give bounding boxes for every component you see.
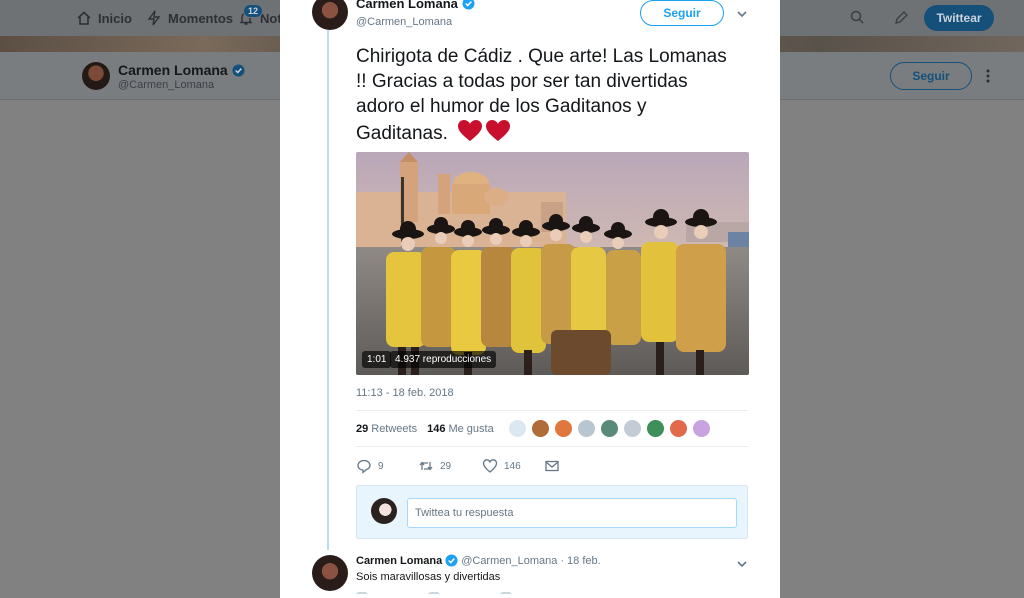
verified-badge-icon: [232, 63, 245, 77]
reply-composer: Twittea tu respuesta: [356, 485, 748, 539]
reply-text: Sois maravillosas y divertidas: [356, 571, 501, 583]
tweet-text: Chirigota de Cádiz . Que arte! Las Loman…: [356, 44, 736, 146]
profile-handle: @Carmen_Lomana: [118, 79, 215, 91]
search-icon[interactable]: [850, 10, 864, 24]
envelope-icon: [544, 458, 560, 474]
tweet-actions: 9 29 146: [356, 458, 560, 474]
avatar: [371, 498, 397, 524]
tweet-text-body: Chirigota de Cádiz . Que arte! Las Loman…: [356, 46, 727, 144]
heart-emojis: [457, 119, 511, 143]
red-heart-icon: [457, 119, 483, 143]
reply-actions: [356, 592, 556, 598]
profile-name-text: Carmen Lomana: [118, 62, 228, 78]
avatar[interactable]: [669, 419, 688, 438]
reply-author-avatar[interactable]: [312, 555, 348, 591]
video-thumbnail: [356, 152, 749, 375]
reply-author-handle[interactable]: @Carmen_Lomana: [461, 555, 557, 567]
retweet-icon[interactable]: [428, 592, 440, 598]
avatar[interactable]: [600, 419, 619, 438]
more-options-icon[interactable]: [986, 68, 990, 84]
divider: [356, 446, 748, 447]
reply-icon: [356, 458, 372, 474]
verified-badge-icon: [462, 0, 475, 10]
tweet-timestamp[interactable]: 11:13 - 18 feb. 2018: [356, 387, 454, 399]
avatar[interactable]: [623, 419, 642, 438]
avatar[interactable]: [508, 419, 527, 438]
reply-separator: ·: [560, 554, 565, 567]
likes-stat[interactable]: 146 Me gusta: [427, 423, 494, 435]
heart-icon: [482, 458, 498, 474]
avatar[interactable]: [692, 419, 711, 438]
reply-header: Carmen Lomana @Carmen_Lomana · 18 feb.: [356, 554, 601, 567]
avatar[interactable]: [82, 62, 110, 90]
reply-icon[interactable]: [356, 592, 368, 598]
avatar[interactable]: [577, 419, 596, 438]
reply-author-name[interactable]: Carmen Lomana: [356, 555, 442, 567]
nav-home[interactable]: Inicio: [76, 0, 132, 36]
compose-icon[interactable]: [893, 10, 909, 26]
retweet-icon: [418, 458, 434, 474]
retweets-count: 29: [356, 423, 369, 435]
direct-message-button[interactable]: [544, 458, 560, 474]
retweet-button[interactable]: 29: [418, 458, 482, 474]
notifications-count-badge: 12: [243, 4, 264, 18]
follow-button-background[interactable]: Seguir: [890, 62, 972, 90]
verified-badge-icon: [445, 554, 458, 567]
tweet-button[interactable]: Twittear: [924, 5, 994, 31]
nav-moments-label: Momentos: [168, 10, 233, 26]
like-button[interactable]: 146: [482, 458, 544, 474]
author-name-text: Carmen Lomana: [356, 0, 458, 11]
retweets-label: Retweets: [371, 423, 418, 435]
reply-input[interactable]: Twittea tu respuesta: [407, 498, 737, 528]
tweet-modal: Carmen Lomana @Carmen_Lomana Seguir Chir…: [280, 0, 780, 598]
video-player[interactable]: [356, 152, 749, 375]
avatar[interactable]: [531, 419, 550, 438]
video-views-badge: 4.937 reproducciones: [390, 351, 497, 368]
thread-line: [327, 30, 329, 550]
retweets-stat[interactable]: 29 Retweets: [356, 423, 417, 435]
reply-count: 9: [378, 460, 384, 472]
likers-avatars: [508, 419, 711, 438]
profile-name[interactable]: Carmen Lomana: [118, 62, 245, 78]
likes-count: 146: [427, 423, 446, 435]
nav-home-label: Inicio: [98, 10, 132, 26]
red-heart-icon: [485, 119, 511, 143]
heart-icon[interactable]: [500, 592, 512, 598]
lightning-icon: [146, 10, 162, 26]
chevron-down-icon[interactable]: [736, 7, 748, 19]
author-avatar[interactable]: [312, 0, 348, 30]
nav-moments[interactable]: Momentos: [146, 0, 233, 36]
chevron-down-icon[interactable]: [736, 557, 748, 569]
like-count: 146: [504, 460, 521, 472]
home-icon: [76, 10, 92, 26]
retweet-count: 29: [440, 460, 452, 472]
follow-button[interactable]: Seguir: [640, 0, 724, 26]
author-handle[interactable]: @Carmen_Lomana: [356, 16, 452, 28]
author-name[interactable]: Carmen Lomana: [356, 0, 475, 11]
video-duration-badge: 1:01: [362, 351, 392, 368]
reply-button[interactable]: 9: [356, 458, 418, 474]
divider: [356, 410, 748, 411]
tweet-stats: 29 Retweets 146 Me gusta: [356, 421, 494, 437]
reply-date[interactable]: 18 feb.: [567, 555, 601, 567]
avatar[interactable]: [554, 419, 573, 438]
likes-label: Me gusta: [448, 423, 494, 435]
avatar[interactable]: [646, 419, 665, 438]
